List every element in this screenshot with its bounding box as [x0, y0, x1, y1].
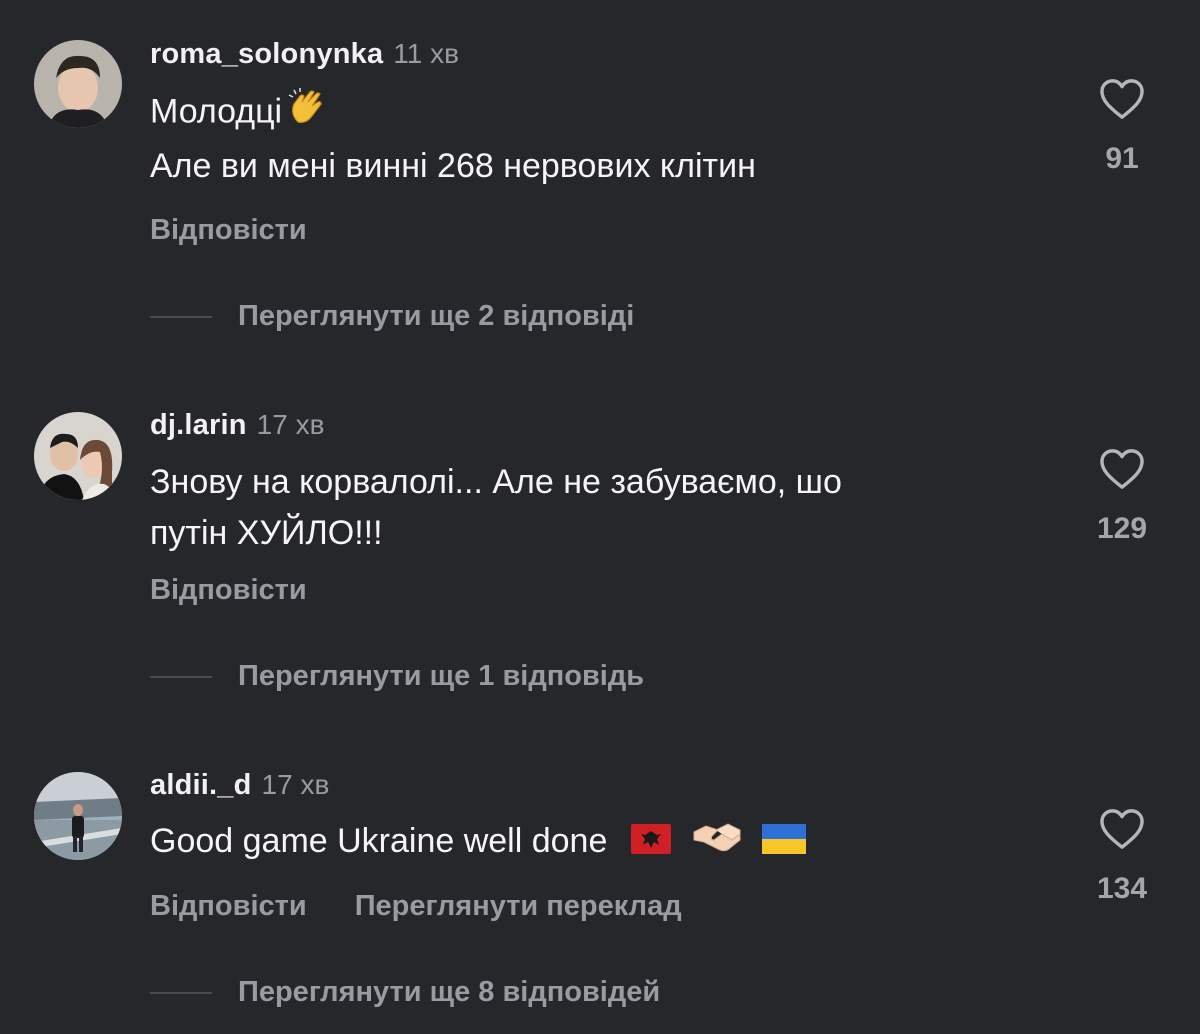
comment-actions: Відповісти [150, 574, 307, 607]
like-count: 134 [1096, 872, 1148, 905]
clapping-hands-icon [286, 86, 326, 141]
comment-text: Знову на корвалолі... Але не забуваємо, … [150, 457, 1050, 559]
username[interactable]: aldii._d [150, 769, 252, 802]
like-count: 91 [1105, 142, 1139, 175]
comment-text: Good game Ukraine well done [150, 816, 1050, 869]
avatar[interactable] [34, 40, 122, 128]
comment-actions: Відповісти Переглянути переклад [150, 890, 682, 923]
user-photo-icon [34, 40, 122, 128]
avatar[interactable] [34, 772, 122, 860]
view-replies-button[interactable]: Переглянути ще 2 відповіді [150, 300, 634, 333]
timestamp: 17 хв [256, 409, 325, 440]
like-block: 134 [1072, 808, 1172, 906]
comment-meta: aldii._d 17 хв [150, 769, 329, 809]
view-replies-button[interactable]: Переглянути ще 8 відповідей [150, 976, 660, 1009]
comment-line-1: Знову на корвалолі... Але не забуваємо, … [150, 463, 842, 501]
reply-button[interactable]: Відповісти [150, 574, 307, 607]
username[interactable]: dj.larin [150, 409, 247, 442]
heart-icon[interactable] [1099, 808, 1145, 850]
timestamp: 11 хв [393, 38, 460, 69]
timestamp: 17 хв [261, 769, 330, 800]
comment-line-text: Good game Ukraine well done [150, 822, 608, 860]
ukraine-flag-icon [761, 818, 806, 869]
heart-icon[interactable] [1099, 448, 1145, 490]
comment-actions: Відповісти [150, 214, 307, 247]
like-count: 129 [1096, 512, 1148, 545]
like-block: 129 [1072, 448, 1172, 546]
username[interactable]: roma_solonynka [150, 38, 383, 71]
divider [150, 315, 212, 318]
view-replies-label: Переглянути ще 2 відповіді [238, 300, 635, 332]
handshake-icon [692, 818, 742, 869]
view-translation-button[interactable]: Переглянути переклад [355, 890, 682, 923]
avatar[interactable] [34, 412, 122, 500]
comment-text: Молодці Але ви мені винні 268 нервових к… [150, 86, 1050, 192]
comment-line-2: путін ХУЙЛО!!! [150, 514, 383, 552]
comment-line-1: Good game Ukraine well done [150, 816, 1050, 869]
divider [150, 991, 212, 994]
view-replies-button[interactable]: Переглянути ще 1 відповідь [150, 660, 644, 693]
reply-button[interactable]: Відповісти [150, 214, 307, 247]
user-photo-icon [34, 412, 122, 500]
like-block: 91 [1072, 78, 1172, 176]
comment-line-text: Молодці [150, 92, 283, 131]
view-replies-label: Переглянути ще 1 відповідь [238, 660, 645, 692]
comment-meta: roma_solonynka 11 хв [150, 38, 459, 78]
comment-meta: dj.larin 17 хв [150, 409, 324, 449]
comment-line-1: Молодці [150, 86, 1050, 141]
albania-flag-icon [630, 818, 671, 869]
view-replies-label: Переглянути ще 8 відповідей [238, 976, 661, 1008]
comment-line-2: Але ви мені винні 268 нервових клітин [150, 147, 756, 185]
reply-button[interactable]: Відповісти [150, 890, 307, 923]
heart-icon[interactable] [1099, 78, 1145, 120]
divider [150, 675, 212, 678]
user-photo-icon [34, 772, 122, 860]
